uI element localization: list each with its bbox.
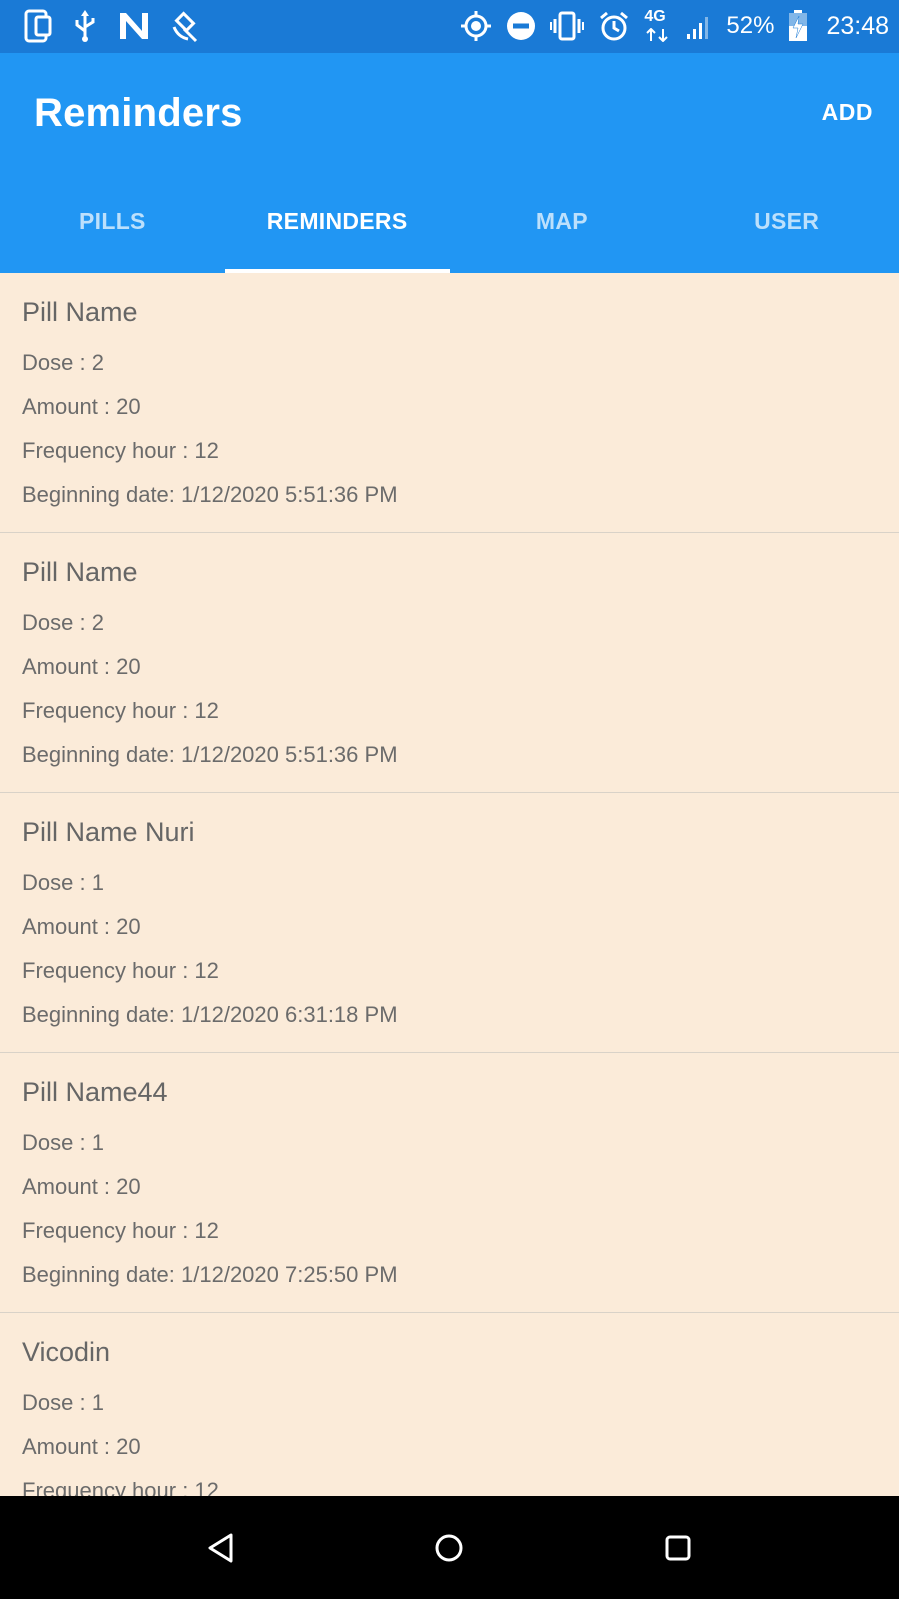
dose-text: Dose : 2 [22,610,104,635]
navigation-bar [0,1496,899,1599]
list-item[interactable]: Pill Name Nuri Dose : 1 Amount : 20 Freq… [0,793,899,1053]
screen: 4G 52% 23:48 Reminders ADD PILLS REMINDE… [0,0,899,1599]
dose-text: Dose : 1 [22,1130,104,1155]
do-not-disturb-icon [506,11,536,41]
list-item[interactable]: Pill Name44 Dose : 1 Amount : 20 Frequen… [0,1053,899,1313]
amount-text: Amount : 20 [22,914,141,939]
back-icon[interactable] [199,1526,243,1570]
satellite-icon [170,9,204,43]
tab-label: REMINDERS [266,208,408,234]
frequency-text: Frequency hour : 12 [22,958,219,983]
frequency-text: Frequency hour : 12 [22,438,219,463]
recents-icon[interactable] [656,1526,700,1570]
dose-text: Dose : 1 [22,870,104,895]
app-bar: Reminders ADD PILLS REMINDERS MAP USER [0,53,899,273]
add-button[interactable]: ADD [822,99,873,126]
amount-text: Amount : 20 [22,1174,141,1199]
frequency-text: Frequency hour : 12 [22,1478,219,1496]
amount-text: Amount : 20 [22,394,141,419]
usb-icon [72,9,98,43]
pill-name: Vicodin [22,1337,111,1367]
home-icon[interactable] [427,1526,471,1570]
location-icon [460,10,492,42]
pill-name: Pill Name44 [22,1077,168,1107]
dose-text: Dose : 2 [22,350,104,375]
list-item[interactable]: Pill Name Dose : 2 Amount : 20 Frequency… [0,533,899,793]
beginning-date-text: Beginning date: 1/12/2020 5:51:36 PM [22,482,398,507]
pill-name: Pill Name [22,297,138,327]
tab-map[interactable]: MAP [450,193,675,273]
beginning-date-text: Beginning date: 1/12/2020 7:25:50 PM [22,1262,398,1287]
tab-pills[interactable]: PILLS [0,193,225,273]
battery-percent: 52% [726,12,775,39]
page-title: Reminders [34,91,243,135]
dose-text: Dose : 1 [22,1390,104,1415]
frequency-text: Frequency hour : 12 [22,698,219,723]
tab-label: PILLS [79,208,146,234]
signal-icon [686,12,712,40]
pill-name: Pill Name Nuri [22,817,195,847]
list-item[interactable]: Pill Name Dose : 2 Amount : 20 Frequency… [0,273,899,533]
network-label: 4G [644,8,666,25]
reminder-list[interactable]: Pill Name Dose : 2 Amount : 20 Frequency… [0,273,899,1496]
clock: 23:48 [826,11,889,40]
status-bar: 4G 52% 23:48 [0,0,899,53]
tab-bar: PILLS REMINDERS MAP USER [0,193,899,273]
beginning-date-text: Beginning date: 1/12/2020 5:51:36 PM [22,742,398,767]
amount-text: Amount : 20 [22,1434,141,1459]
alarm-icon [598,10,630,42]
tab-reminders[interactable]: REMINDERS [224,193,450,273]
n-app-icon [118,11,150,41]
tab-user[interactable]: USER [674,193,899,273]
frequency-text: Frequency hour : 12 [22,1218,219,1243]
tab-label: USER [754,208,820,234]
list-item[interactable]: Vicodin Dose : 1 Amount : 20 Frequency h… [0,1313,899,1496]
battery-icon [788,10,808,42]
pill-name: Pill Name [22,557,138,587]
device-icon [24,9,52,43]
network-4g-icon: 4G [644,9,672,43]
tab-label: MAP [535,208,588,234]
amount-text: Amount : 20 [22,654,141,679]
beginning-date-text: Beginning date: 1/12/2020 6:31:18 PM [22,1002,398,1027]
vibrate-icon [550,10,585,42]
